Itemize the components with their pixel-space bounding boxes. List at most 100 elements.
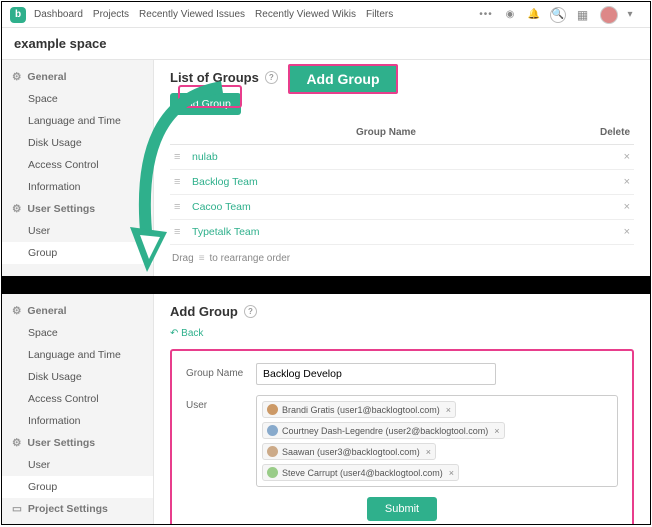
drag-handle-icon: ≡ — [199, 253, 205, 264]
drag-handle-icon[interactable]: ≡ — [170, 220, 188, 245]
sidebar-item-space[interactable]: Space — [2, 88, 153, 110]
group-name-input[interactable] — [256, 363, 496, 385]
avatar[interactable] — [600, 6, 618, 24]
group-link[interactable]: Backlog Team — [192, 176, 258, 188]
gear-icon: ⚙ — [12, 71, 21, 83]
sidebar-item-user[interactable]: User — [2, 220, 153, 242]
nav-recent-wikis[interactable]: Recently Viewed Wikis — [255, 9, 356, 20]
user-label: User — [186, 395, 256, 411]
drag-hint: Drag ≡ to rearrange order — [170, 245, 634, 272]
sidebar-item-user[interactable]: User — [2, 454, 153, 476]
group-name-label: Group Name — [186, 363, 256, 379]
drag-hint-suffix: to rearrange order — [210, 253, 291, 264]
space-title: example space — [2, 28, 650, 60]
nav-recent-issues[interactable]: Recently Viewed Issues — [139, 9, 245, 20]
bell-icon[interactable]: 🔔 — [526, 7, 542, 23]
help-icon[interactable]: ? — [265, 71, 278, 84]
sidebar-item-information[interactable]: Information — [2, 410, 153, 432]
sidebar-item-group[interactable]: Group — [2, 476, 153, 498]
form-heading: Add Group ? — [170, 304, 634, 319]
user-tag-label: Brandi Gratis (user1@backlogtool.com) — [282, 405, 440, 415]
groups-table: Group Name Delete ≡ nulab × ≡ Backlog Te… — [170, 121, 634, 245]
list-heading: List of Groups ? — [170, 70, 634, 85]
delete-row[interactable]: × — [584, 145, 634, 170]
remove-tag-icon[interactable]: × — [494, 426, 499, 436]
back-label: Back — [181, 328, 203, 339]
sidebar-section-label: User Settings — [27, 437, 95, 449]
avatar-icon — [267, 446, 278, 457]
user-tag: Courtney Dash-Legendre (user2@backlogtoo… — [262, 422, 505, 439]
user-tag-label: Courtney Dash-Legendre (user2@backlogtoo… — [282, 426, 488, 436]
sidebar-top: ⚙ General Space Language and Time Disk U… — [2, 60, 154, 276]
sidebar-section-general: ⚙ General — [2, 66, 153, 88]
sidebar-section-user: ⚙ User Settings — [2, 198, 153, 220]
chevron-down-icon[interactable]: ▾ — [622, 7, 638, 23]
col-delete: Delete — [584, 121, 634, 145]
sidebar-item-group[interactable]: Group — [2, 242, 153, 264]
form-heading-text: Add Group — [170, 304, 238, 319]
delete-row[interactable]: × — [584, 170, 634, 195]
group-link[interactable]: Typetalk Team — [192, 226, 260, 238]
drag-hint-prefix: Drag — [172, 253, 194, 264]
callout-add-group: Add Group — [288, 64, 398, 94]
remove-tag-icon[interactable]: × — [426, 447, 431, 457]
col-group-name: Group Name — [188, 121, 584, 145]
table-row: ≡ Typetalk Team × — [170, 220, 634, 245]
avatar-icon — [267, 467, 278, 478]
sidebar-item-information[interactable]: Information — [2, 176, 153, 198]
user-tag-input[interactable]: Brandi Gratis (user1@backlogtool.com) × C… — [256, 395, 618, 487]
user-tag: Steve Carrupt (user4@backlogtool.com) × — [262, 464, 459, 481]
user-tag: Brandi Gratis (user1@backlogtool.com) × — [262, 401, 456, 418]
add-group-form: Group Name User Brandi Gratis (user1@bac… — [170, 349, 634, 525]
gear-icon: ⚙ — [12, 305, 21, 317]
sidebar-item-access[interactable]: Access Control — [2, 388, 153, 410]
sidebar-item-project[interactable]: Project — [2, 520, 153, 525]
submit-button[interactable]: Submit — [367, 497, 437, 521]
app-logo: b — [10, 7, 26, 23]
callout-highlight — [178, 85, 242, 108]
sidebar-section-label: Project Settings — [28, 503, 108, 515]
sidebar-bottom: ⚙ General Space Language and Time Disk U… — [2, 294, 154, 525]
apps-icon[interactable]: ▦ — [574, 7, 590, 23]
top-nav: b Dashboard Projects Recently Viewed Iss… — [2, 2, 650, 28]
sidebar-item-space[interactable]: Space — [2, 322, 153, 344]
sidebar-section-label: General — [27, 71, 66, 83]
delete-row[interactable]: × — [584, 195, 634, 220]
drag-handle-icon[interactable]: ≡ — [170, 195, 188, 220]
group-link[interactable]: nulab — [192, 151, 218, 163]
sidebar-section-label: General — [27, 305, 66, 317]
user-icon: ⚙ — [12, 437, 21, 449]
sidebar-section-user: ⚙ User Settings — [2, 432, 153, 454]
nav-dashboard[interactable]: Dashboard — [34, 9, 83, 20]
table-row: ≡ Backlog Team × — [170, 170, 634, 195]
user-tag-label: Saawan (user3@backlogtool.com) — [282, 447, 420, 457]
sidebar-item-language[interactable]: Language and Time — [2, 110, 153, 132]
delete-row[interactable]: × — [584, 220, 634, 245]
user-tag-label: Steve Carrupt (user4@backlogtool.com) — [282, 468, 443, 478]
sidebar-item-access[interactable]: Access Control — [2, 154, 153, 176]
avatar-icon — [267, 425, 278, 436]
list-heading-text: List of Groups — [170, 70, 259, 85]
avatar-icon — [267, 404, 278, 415]
table-row: ≡ Cacoo Team × — [170, 195, 634, 220]
nav-filters[interactable]: Filters — [366, 9, 393, 20]
search-icon[interactable]: 🔍 — [550, 7, 566, 23]
sidebar-item-disk[interactable]: Disk Usage — [2, 366, 153, 388]
help-icon[interactable]: ? — [244, 305, 257, 318]
remove-tag-icon[interactable]: × — [446, 405, 451, 415]
sidebar-section-project: ▭ Project Settings — [2, 498, 153, 520]
drag-handle-icon[interactable]: ≡ — [170, 145, 188, 170]
table-row: ≡ nulab × — [170, 145, 634, 170]
more-icon[interactable]: ••• — [478, 7, 494, 23]
screenshot-divider — [2, 276, 650, 294]
group-link[interactable]: Cacoo Team — [192, 201, 251, 213]
watch-icon[interactable]: ◉ — [502, 7, 518, 23]
nav-projects[interactable]: Projects — [93, 9, 129, 20]
sidebar-item-language[interactable]: Language and Time — [2, 344, 153, 366]
sidebar-item-disk[interactable]: Disk Usage — [2, 132, 153, 154]
back-link[interactable]: ↶ Back — [170, 328, 203, 339]
sidebar-section-label: User Settings — [27, 203, 95, 215]
box-icon: ▭ — [12, 503, 22, 515]
drag-handle-icon[interactable]: ≡ — [170, 170, 188, 195]
remove-tag-icon[interactable]: × — [449, 468, 454, 478]
